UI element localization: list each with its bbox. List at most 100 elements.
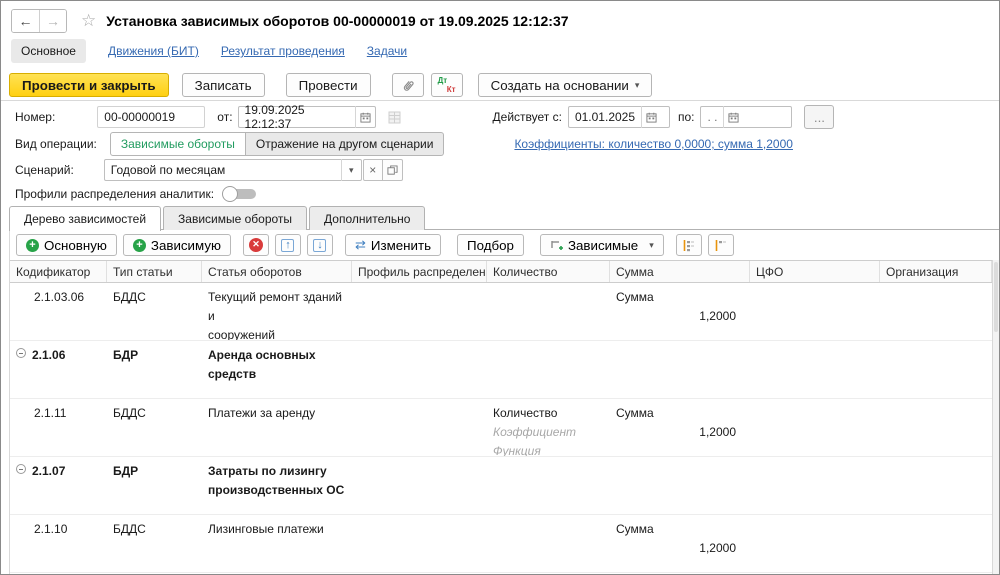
add-main-button[interactable]: + Основную	[16, 234, 117, 256]
toolbar-separator	[1, 100, 999, 101]
nav-item-posting-result[interactable]: Результат проведения	[221, 44, 345, 58]
post-and-close-button[interactable]: Провести и закрыть	[9, 73, 169, 97]
plus-icon: +	[133, 239, 146, 252]
plus-icon: +	[26, 239, 39, 252]
tab-dependent-turnovers[interactable]: Зависимые обороты	[163, 206, 307, 230]
table-row[interactable]: 2.1.03.06БДДСТекущий ремонт зданий и соо…	[10, 283, 992, 341]
header: ← → ☆ Установка зависимых оборотов 00-00…	[11, 8, 569, 34]
column-header[interactable]: Сумма	[610, 261, 750, 282]
scenario-combo[interactable]: Годовой по месяцам ▾	[104, 159, 362, 181]
collapse-node-icon[interactable]	[16, 348, 26, 358]
detail-tabs: Дерево зависимостей Зависимые обороты До…	[9, 206, 427, 231]
open-icon[interactable]	[383, 159, 403, 181]
more-button[interactable]: ...	[804, 105, 834, 129]
column-header[interactable]: Кодификатор	[10, 261, 107, 282]
column-header[interactable]: Профиль распределения	[352, 261, 487, 282]
cell-turnover-article: Платежи за аренду	[202, 399, 352, 456]
cell-article-type: БДР	[107, 457, 202, 514]
operation-option-dependent[interactable]: Зависимые обороты	[110, 132, 246, 156]
move-up-button[interactable]: ↑	[275, 234, 301, 256]
expand-levels-button[interactable]	[676, 234, 702, 256]
form-row-operation: Вид операции: Зависимые обороты Отражени…	[15, 132, 793, 156]
back-button[interactable]: ←	[12, 10, 39, 32]
time-grid-icon	[388, 111, 401, 124]
cell-codifier: 2.1.07	[10, 457, 107, 514]
cell-codifier: 2.1.06	[10, 341, 107, 398]
cell-codifier: 2.1.11	[10, 399, 107, 456]
cell-organization	[880, 457, 992, 514]
column-header[interactable]: ЦФО	[750, 261, 880, 282]
cell-quantity	[487, 515, 610, 572]
cell-turnover-article: Затраты по лизингу производственных ОС	[202, 457, 352, 514]
favorite-star-icon[interactable]: ☆	[81, 11, 96, 31]
column-header[interactable]: Тип статьи	[107, 261, 202, 282]
date-field[interactable]: 19.09.2025 12:12:37	[238, 106, 376, 128]
table-row[interactable]: 2.1.10БДДСЛизинговые платежиСумма1,2000	[10, 515, 992, 573]
column-header[interactable]: Количество	[487, 261, 610, 282]
command-bar: Провести и закрыть Записать Провести Дт …	[9, 73, 652, 97]
calendar-icon[interactable]	[355, 106, 374, 128]
cell-cfo	[750, 515, 880, 572]
clear-icon[interactable]: ×	[363, 159, 383, 181]
cell-quantity	[487, 341, 610, 398]
table-row[interactable]: 2.1.06БДРАренда основных средств	[10, 341, 992, 399]
dtkt-register-button[interactable]: Дт Кт	[431, 73, 463, 97]
collapse-levels-button[interactable]	[708, 234, 734, 256]
arrow-up-icon: ↑	[281, 239, 294, 252]
cell-organization	[880, 283, 992, 340]
valid-to-field[interactable]: . .	[700, 106, 792, 128]
nav-item-movements[interactable]: Движения (БИТ)	[108, 44, 199, 58]
delete-button[interactable]: ✕	[243, 234, 269, 256]
page-title: Установка зависимых оборотов 00-00000019…	[106, 13, 568, 29]
column-header[interactable]: Статья оборотов	[202, 261, 352, 282]
combo-caret-icon[interactable]: ▾	[341, 159, 361, 181]
collapse-node-icon[interactable]	[16, 464, 26, 474]
calendar-icon[interactable]	[641, 106, 661, 128]
create-based-on-button[interactable]: Создать на основании ▾	[478, 73, 653, 97]
move-down-button[interactable]: ↓	[307, 234, 333, 256]
save-button[interactable]: Записать	[182, 73, 265, 97]
dtkt-icon: Дт Кт	[438, 77, 456, 94]
post-button[interactable]: Провести	[286, 73, 371, 97]
chevron-down-icon: ▾	[649, 240, 654, 251]
add-dependent-button[interactable]: + Зависимую	[123, 234, 231, 256]
tab-dependency-tree[interactable]: Дерево зависимостей	[9, 206, 161, 231]
cell-sum: Сумма1,2000	[610, 283, 750, 340]
table-body: 2.1.03.06БДДСТекущий ремонт зданий и соо…	[10, 283, 992, 574]
chevron-down-icon: ▾	[635, 80, 640, 91]
form-row-number: Номер: 00-00000019 от: 19.09.2025 12:12:…	[15, 105, 834, 129]
nav-item-main[interactable]: Основное	[11, 39, 86, 63]
cell-sum	[610, 457, 750, 514]
cell-distribution-profile	[352, 341, 487, 398]
cell-distribution-profile	[352, 399, 487, 456]
cell-turnover-article: Текущий ремонт зданий и сооружений	[202, 283, 352, 340]
attachments-button[interactable]	[392, 73, 424, 97]
cell-organization	[880, 399, 992, 456]
cell-article-type: БДДС	[107, 283, 202, 340]
from-label: от:	[217, 110, 232, 124]
table-row[interactable]: 2.1.11БДДСПлатежи за арендуКоличествоКоэ…	[10, 399, 992, 457]
valid-from-field[interactable]: 01.01.2025	[568, 106, 670, 128]
dependents-menu-button[interactable]: Зависимые ▾	[540, 234, 664, 256]
table-row[interactable]: 2.1.07БДРЗатраты по лизингу производстве…	[10, 457, 992, 515]
column-header[interactable]: Организация	[880, 261, 992, 282]
nav-item-tasks[interactable]: Задачи	[367, 44, 407, 58]
nav-links: Основное Движения (БИТ) Результат провед…	[11, 39, 407, 63]
cell-article-type: БДР	[107, 341, 202, 398]
cell-turnover-article: Аренда основных средств	[202, 341, 352, 398]
cell-distribution-profile	[352, 457, 487, 514]
form-row-scenario: Сценарий: Годовой по месяцам ▾ ×	[15, 159, 403, 181]
forward-button[interactable]: →	[39, 10, 66, 32]
calendar-icon[interactable]	[723, 106, 743, 128]
cell-cfo	[750, 457, 880, 514]
pick-button[interactable]: Подбор	[457, 234, 524, 256]
profiles-toggle[interactable]	[222, 186, 258, 202]
tab-additional[interactable]: Дополнительно	[309, 206, 425, 230]
number-field[interactable]: 00-00000019	[97, 106, 205, 128]
cell-quantity: КоличествоКоэффициентФункция	[487, 399, 610, 456]
edit-button[interactable]: ⇄ Изменить	[345, 234, 441, 256]
operation-option-other-scenario[interactable]: Отражение на другом сценарии	[246, 132, 445, 156]
cell-article-type: БДДС	[107, 515, 202, 572]
coefficients-link[interactable]: Коэффициенты: количество 0,0000; сумма 1…	[514, 137, 793, 151]
vertical-scrollbar[interactable]	[992, 260, 999, 574]
